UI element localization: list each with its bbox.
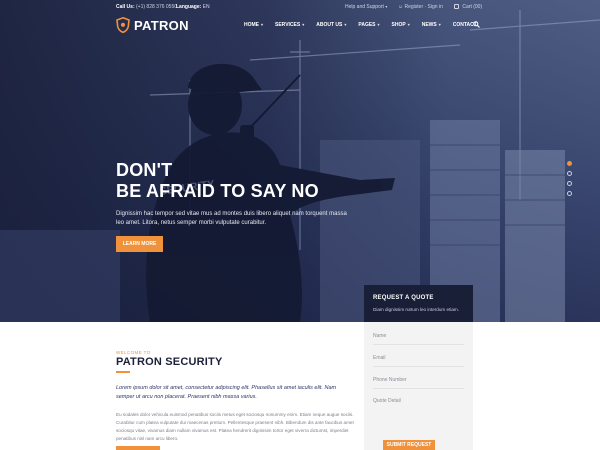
- call-us: Call Us: (+1) 828 376 0550: [116, 4, 177, 10]
- search-icon[interactable]: [473, 21, 480, 28]
- hero-headline-line1: DON'T: [116, 160, 173, 180]
- phone-field[interactable]: Phone Number: [373, 377, 464, 389]
- top-bar: Call Us: (+1) 828 376 0550 Language: EN …: [0, 0, 600, 14]
- nav-item-shop[interactable]: SHOP ▾: [392, 22, 410, 28]
- nav-item-services[interactable]: SERVICES ▾: [275, 22, 304, 28]
- slider-dot[interactable]: [567, 191, 572, 196]
- brand-name: PATRON: [134, 17, 189, 33]
- shield-icon: [116, 17, 130, 33]
- chevron-down-icon: ▾: [302, 22, 305, 27]
- nav-label: SERVICES: [275, 22, 301, 28]
- hero-headline: DON'T BE AFRAID TO SAY NO: [116, 160, 319, 202]
- brand-logo[interactable]: PATRON: [116, 16, 189, 34]
- submit-request-button[interactable]: SUBMIT REQUEST: [383, 440, 435, 450]
- hero-subtitle: Dignissim hac tempor sed vitae mus ad mo…: [116, 211, 347, 226]
- nav-item-about-us[interactable]: ABOUT US ▾: [316, 22, 346, 28]
- slider-dot[interactable]: [567, 181, 572, 186]
- chevron-down-icon: ▾: [385, 4, 388, 9]
- section-lead: Lorem ipsum dolor sit amet, consectetur …: [116, 385, 337, 400]
- section-eyebrow: WELCOME TO: [116, 350, 151, 355]
- nav-label: NEWS: [421, 22, 437, 28]
- request-quote-subtitle: Diam dignissim rutrum leo interdum etiam…: [373, 307, 460, 312]
- email-field[interactable]: Email: [373, 355, 464, 367]
- section-body: Eu sodales dolor vehicula euismod penati…: [116, 412, 354, 441]
- name-field[interactable]: Name: [373, 333, 464, 345]
- auth-links[interactable]: ☺ Register · Sign in: [398, 4, 443, 10]
- read-more-button[interactable]: [116, 446, 160, 450]
- nav-item-news[interactable]: NEWS ▾: [422, 22, 441, 28]
- slider-pagination: [567, 161, 572, 201]
- cart-icon: [454, 4, 459, 9]
- nav-label: SHOP: [391, 22, 406, 28]
- language-value[interactable]: EN: [203, 4, 210, 10]
- chevron-down-icon: ▾: [377, 22, 380, 27]
- slider-dot[interactable]: [567, 171, 572, 176]
- language-selector[interactable]: Language: EN: [176, 4, 210, 10]
- nav-label: PAGES: [358, 22, 376, 28]
- nav-item-pages[interactable]: PAGES ▾: [358, 22, 379, 28]
- quote-detail-field[interactable]: Quote Detail: [373, 398, 464, 409]
- cart-label[interactable]: Cart (00): [462, 4, 482, 10]
- chevron-down-icon: ▾: [261, 22, 264, 27]
- slider-dot[interactable]: [567, 161, 572, 166]
- hero-section: SECURITY Call Us: (+1) 828 376 0550 Lang…: [0, 0, 600, 322]
- title-underline: [116, 371, 130, 373]
- nav-item-home[interactable]: HOME ▾: [244, 22, 263, 28]
- nav-label: ABOUT US: [316, 22, 343, 28]
- chevron-down-icon: ▾: [344, 22, 347, 27]
- nav-label: HOME: [244, 22, 259, 28]
- help-label[interactable]: Help and Support: [345, 4, 384, 10]
- section-title: PATRON SECURITY: [116, 356, 223, 368]
- call-value[interactable]: (+1) 828 376 0550: [136, 4, 177, 10]
- request-quote-panel: REQUEST A QUOTE Diam dignissim rutrum le…: [364, 285, 473, 450]
- chevron-down-icon: ▾: [407, 22, 410, 27]
- cart-link[interactable]: Cart (00): [454, 4, 482, 10]
- learn-more-button[interactable]: LEARN MORE: [116, 236, 163, 252]
- main-nav: HOME ▾ SERVICES ▾ ABOUT US ▾ PAGES ▾ SHOP ▾ N…: [244, 22, 489, 28]
- request-quote-header: REQUEST A QUOTE Diam dignissim rutrum le…: [364, 285, 473, 322]
- auth-label[interactable]: Register · Sign in: [405, 4, 443, 10]
- request-quote-title: REQUEST A QUOTE: [373, 295, 434, 301]
- call-label: Call Us:: [116, 4, 135, 10]
- chevron-down-icon: ▾: [438, 22, 441, 27]
- language-label: Language:: [176, 4, 202, 10]
- help-link[interactable]: Help and Support ▾: [345, 4, 387, 10]
- hero-headline-line2: BE AFRAID TO SAY NO: [116, 181, 319, 201]
